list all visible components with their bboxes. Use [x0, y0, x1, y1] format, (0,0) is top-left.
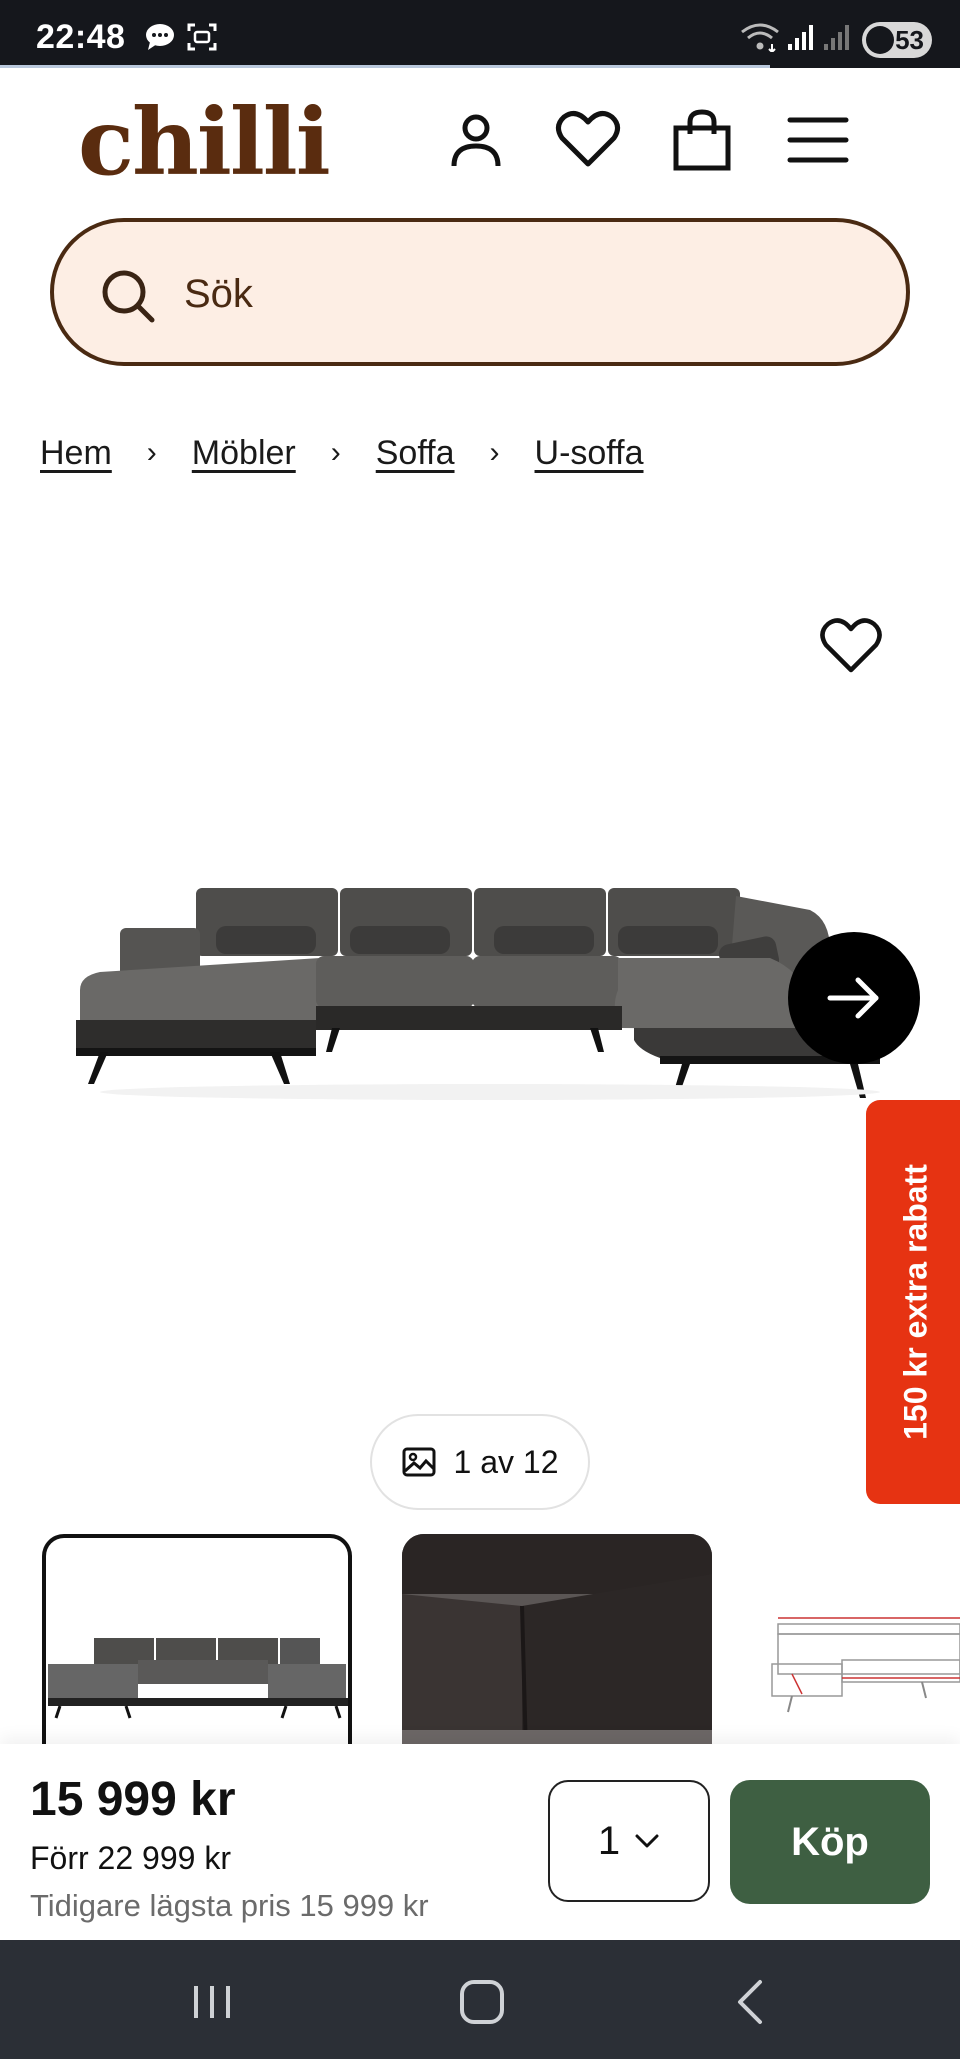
breadcrumb-separator: ›: [330, 436, 341, 469]
battery-indicator: 53: [862, 22, 932, 58]
screenshot-icon: [187, 23, 217, 51]
next-image-button[interactable]: [788, 932, 920, 1064]
breadcrumb-hem[interactable]: Hem: [40, 434, 112, 473]
battery-level: 53: [895, 25, 924, 55]
quantity-select[interactable]: 1: [548, 1780, 710, 1902]
buy-bar: 15 999 kr Förr 22 999 kr Tidigare lägsta…: [0, 1744, 960, 1940]
breadcrumb-separator: ›: [489, 436, 500, 469]
promo-label: 150 kr extra rabatt: [897, 1164, 934, 1440]
image-counter[interactable]: 1 av 12: [370, 1414, 590, 1510]
page: 22:48 53 chilli Hem: [0, 0, 960, 2059]
recent-apps-icon[interactable]: [184, 1974, 240, 2030]
thumbnail-detail-image: [402, 1534, 712, 1754]
system-nav-bar: [0, 1940, 960, 2059]
search-icon: [102, 270, 155, 323]
buy-button[interactable]: Köp: [730, 1780, 930, 1904]
bag-icon[interactable]: [670, 108, 734, 172]
chat-bubble-icon: [146, 24, 174, 50]
lowest-price-note: Tidigare lägsta pris 15 999 kr: [30, 1888, 429, 1923]
thumbnail-sofa-image: [48, 1638, 348, 1719]
current-price: 15 999 kr: [30, 1773, 236, 1826]
search-bar[interactable]: [50, 218, 910, 366]
image-counter-text: 1 av 12: [453, 1443, 559, 1480]
arrow-right-icon: [827, 977, 879, 1019]
favorite-heart-icon[interactable]: [818, 614, 884, 676]
page-load-progress: [0, 65, 770, 68]
back-icon[interactable]: [724, 1974, 780, 2030]
thumbnail-2[interactable]: [402, 1534, 712, 1754]
previous-price: Förr 22 999 kr: [30, 1840, 231, 1876]
signal-weak-icon: [824, 25, 849, 50]
thumbnail-1[interactable]: [42, 1534, 352, 1754]
heart-icon[interactable]: [554, 108, 622, 172]
user-icon[interactable]: [444, 108, 508, 172]
menu-icon[interactable]: [786, 108, 850, 172]
product-image[interactable]: [70, 880, 890, 1120]
chilli-logo[interactable]: chilli: [78, 92, 331, 192]
promo-discount-tab[interactable]: 150 kr extra rabatt: [866, 1100, 960, 1504]
status-bar: 22:48 53: [0, 0, 960, 68]
breadcrumb-separator: ›: [146, 436, 157, 469]
signal-icon: [788, 25, 813, 50]
search-input[interactable]: [184, 258, 864, 330]
thumbnail-dimensions-image: [771, 1617, 960, 1713]
status-time: 22:48: [36, 18, 126, 56]
chevron-down-icon: [635, 1834, 659, 1848]
breadcrumb-u-soffa[interactable]: U-soffa: [535, 434, 644, 473]
image-icon: [402, 1447, 436, 1477]
breadcrumb: Hem › Möbler › Soffa › U-soffa: [40, 428, 644, 478]
wifi-icon: [741, 23, 779, 52]
home-icon[interactable]: [454, 1974, 510, 2030]
battery-saver-icon: [866, 26, 894, 54]
breadcrumb-soffa[interactable]: Soffa: [376, 434, 455, 473]
thumbnail-3[interactable]: [762, 1534, 960, 1754]
quantity-value: 1: [597, 1818, 621, 1863]
breadcrumb-mobler[interactable]: Möbler: [192, 434, 296, 473]
